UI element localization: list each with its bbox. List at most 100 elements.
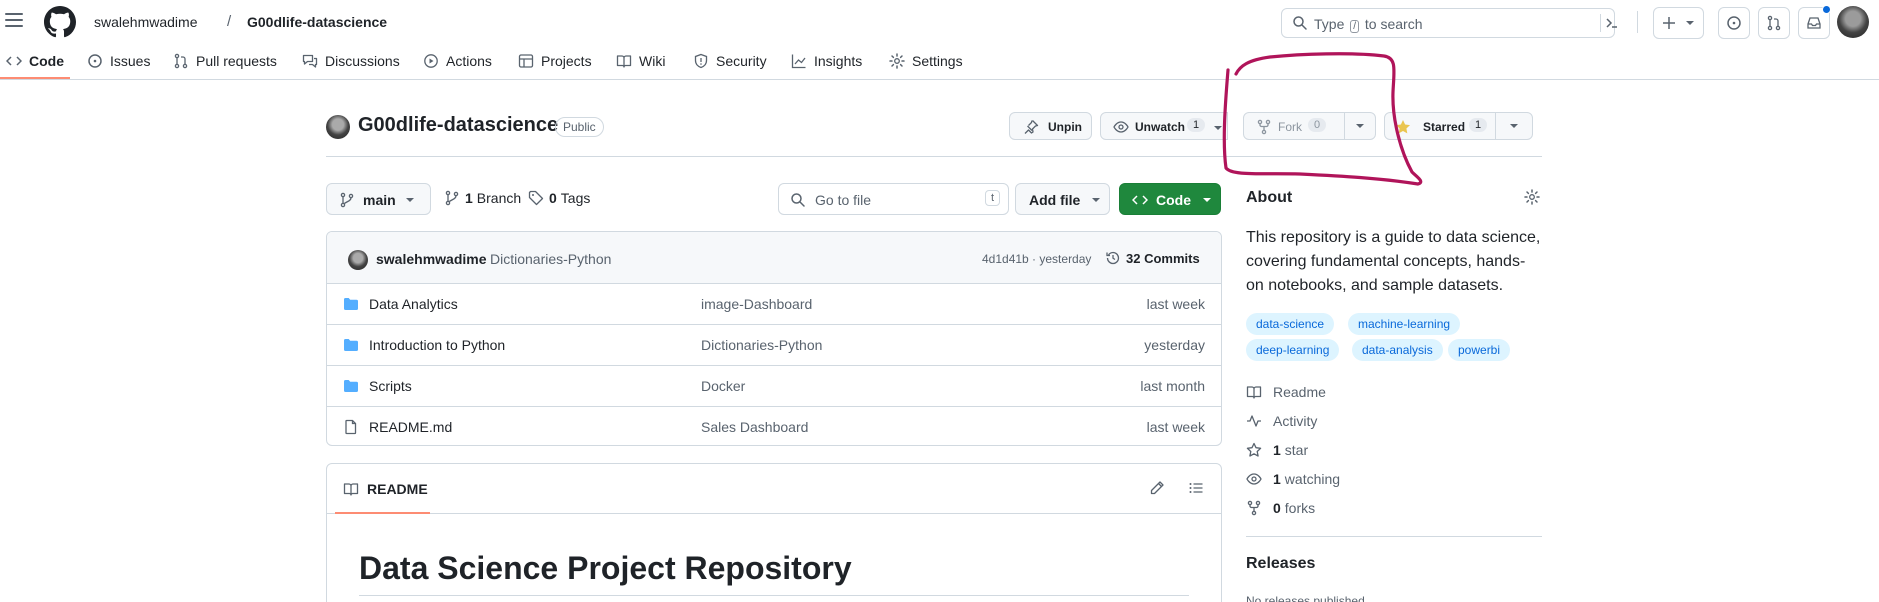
sidebar-watchers-link[interactable]: 1 watching <box>1246 471 1340 487</box>
tab-label: Projects <box>541 53 592 69</box>
star-fill-icon <box>1395 119 1411 135</box>
file-name[interactable]: Data Analytics <box>369 296 458 312</box>
tab-actions[interactable]: Actions <box>423 48 492 74</box>
list-unordered-icon[interactable] <box>1188 480 1204 496</box>
readme-header: README <box>327 464 1221 514</box>
file-commit-message[interactable]: Sales Dashboard <box>701 419 808 435</box>
file-updated-time: yesterday <box>1144 337 1205 353</box>
fork-button[interactable]: Fork 0 <box>1243 112 1349 140</box>
readme-tab[interactable]: README <box>343 481 428 497</box>
file-updated-time: last week <box>1146 419 1205 435</box>
tab-label: Settings <box>912 53 963 69</box>
tab-projects[interactable]: Projects <box>518 48 592 74</box>
topic-tag[interactable]: data-science <box>1246 313 1335 335</box>
triangle-down-icon <box>1202 195 1212 205</box>
file-row[interactable]: Scripts Docker last month <box>327 366 1221 407</box>
commit-message[interactable]: Dictionaries-Python <box>490 251 611 267</box>
branch-name: main <box>363 192 396 208</box>
your-pull-requests-button[interactable] <box>1758 7 1790 39</box>
branches-link[interactable]: 1 Branch <box>444 190 521 206</box>
sidebar-link-count: 1 <box>1273 442 1281 458</box>
topic-tag[interactable]: deep-learning <box>1246 339 1340 361</box>
unpin-button[interactable]: Unpin <box>1009 112 1092 140</box>
triangle-down-icon[interactable] <box>1213 123 1223 133</box>
watch-counter: 1 <box>1187 118 1206 132</box>
tab-discussions[interactable]: Discussions <box>302 48 400 74</box>
file-browser: swalehmwadime Dictionaries-Python 4d1d41… <box>326 231 1222 446</box>
book-icon <box>1246 384 1262 400</box>
go-to-file-placeholder: Go to file <box>815 192 872 208</box>
shield-icon <box>693 53 709 69</box>
breadcrumb-owner[interactable]: swalehmwadime <box>94 14 197 30</box>
tab-insights[interactable]: Insights <box>791 48 862 74</box>
repo-title[interactable]: G00dlife-datascience <box>358 114 558 137</box>
tab-settings[interactable]: Settings <box>889 48 963 74</box>
file-commit-message[interactable]: Dictionaries-Python <box>701 337 822 353</box>
branch-selector-button[interactable]: main <box>326 183 431 215</box>
pencil-icon[interactable] <box>1149 480 1165 496</box>
inbox-icon <box>1806 15 1822 31</box>
code-clone-button[interactable]: Code <box>1119 183 1221 215</box>
topic-tag[interactable]: data-analysis <box>1352 339 1443 361</box>
file-name[interactable]: Introduction to Python <box>369 337 505 353</box>
topic-tag[interactable]: machine-learning <box>1348 313 1461 335</box>
star-counter: 1 <box>1469 118 1488 132</box>
notification-indicator <box>1822 5 1831 14</box>
file-row[interactable]: Data Analytics image-Dashboard last week <box>327 284 1221 325</box>
file-commit-message[interactable]: Docker <box>701 378 745 394</box>
repo-owner-avatar[interactable] <box>326 115 350 139</box>
unpin-label: Unpin <box>1048 120 1082 134</box>
sidebar-link-label: watching <box>1284 471 1341 487</box>
tab-pull-requests[interactable]: Pull requests <box>173 48 277 74</box>
commit-hash-and-time[interactable]: 4d1d41b · yesterday <box>982 252 1091 266</box>
hamburger-menu-icon[interactable] <box>2 8 26 32</box>
go-to-file-shortcut: t <box>984 190 1000 206</box>
your-issues-button[interactable] <box>1718 7 1750 39</box>
gear-icon[interactable] <box>1524 189 1540 205</box>
sidebar-stars-link[interactable]: 1 star <box>1246 442 1308 458</box>
sidebar-activity-link[interactable]: Activity <box>1246 413 1317 429</box>
folder-icon <box>343 378 359 394</box>
file-row[interactable]: README.md Sales Dashboard last week <box>327 407 1221 445</box>
tab-security[interactable]: Security <box>693 48 767 74</box>
file-name[interactable]: README.md <box>369 419 452 435</box>
readme-panel: README Data Science Project Repository <box>326 463 1222 602</box>
breadcrumb-repo[interactable]: G00dlife-datascience <box>247 14 387 30</box>
code-icon <box>1132 192 1148 208</box>
global-search-input[interactable]: Type / to search <box>1281 8 1617 38</box>
search-divider <box>1600 14 1601 32</box>
file-commit-message[interactable]: image-Dashboard <box>701 296 812 312</box>
book-icon <box>343 481 359 497</box>
book-icon <box>616 53 632 69</box>
repo-forked-icon <box>1246 500 1262 516</box>
git-branch-icon <box>339 192 355 208</box>
sidebar-forks-link[interactable]: 0 forks <box>1246 500 1315 516</box>
releases-title[interactable]: Releases <box>1246 555 1315 573</box>
add-file-button[interactable]: Add file <box>1015 183 1110 215</box>
create-new-button[interactable] <box>1653 7 1704 39</box>
about-title: About <box>1246 189 1293 206</box>
visibility-badge: Public <box>555 117 604 137</box>
unwatch-button[interactable]: Unwatch 1 <box>1100 112 1228 140</box>
command-palette-icon[interactable] <box>1604 15 1620 31</box>
user-avatar[interactable] <box>1837 6 1869 38</box>
starred-button[interactable]: Starred 1 <box>1384 112 1496 140</box>
starred-label: Starred <box>1423 120 1466 134</box>
commit-author[interactable]: swalehmwadime <box>376 251 487 267</box>
file-row[interactable]: Introduction to Python Dictionaries-Pyth… <box>327 325 1221 366</box>
fork-dropdown-button[interactable] <box>1344 112 1376 140</box>
go-to-file-input[interactable]: Go to file t <box>778 183 1009 215</box>
tab-issues[interactable]: Issues <box>87 48 150 74</box>
tags-link[interactable]: 0 Tags <box>528 190 590 206</box>
sidebar-readme-link[interactable]: Readme <box>1246 384 1326 400</box>
search-placeholder-prefix: Type <box>1314 16 1345 32</box>
commits-history-link[interactable]: 32 Commits <box>1105 250 1200 266</box>
tab-code[interactable]: Code <box>6 48 64 74</box>
github-logo-icon[interactable] <box>44 6 76 38</box>
tab-wiki[interactable]: Wiki <box>616 48 665 74</box>
commit-author-avatar[interactable] <box>348 250 368 270</box>
file-name[interactable]: Scripts <box>369 378 412 394</box>
topic-tag[interactable]: powerbi <box>1448 339 1511 361</box>
star-list-dropdown-button[interactable] <box>1495 112 1533 140</box>
breadcrumb-separator: / <box>227 13 232 30</box>
